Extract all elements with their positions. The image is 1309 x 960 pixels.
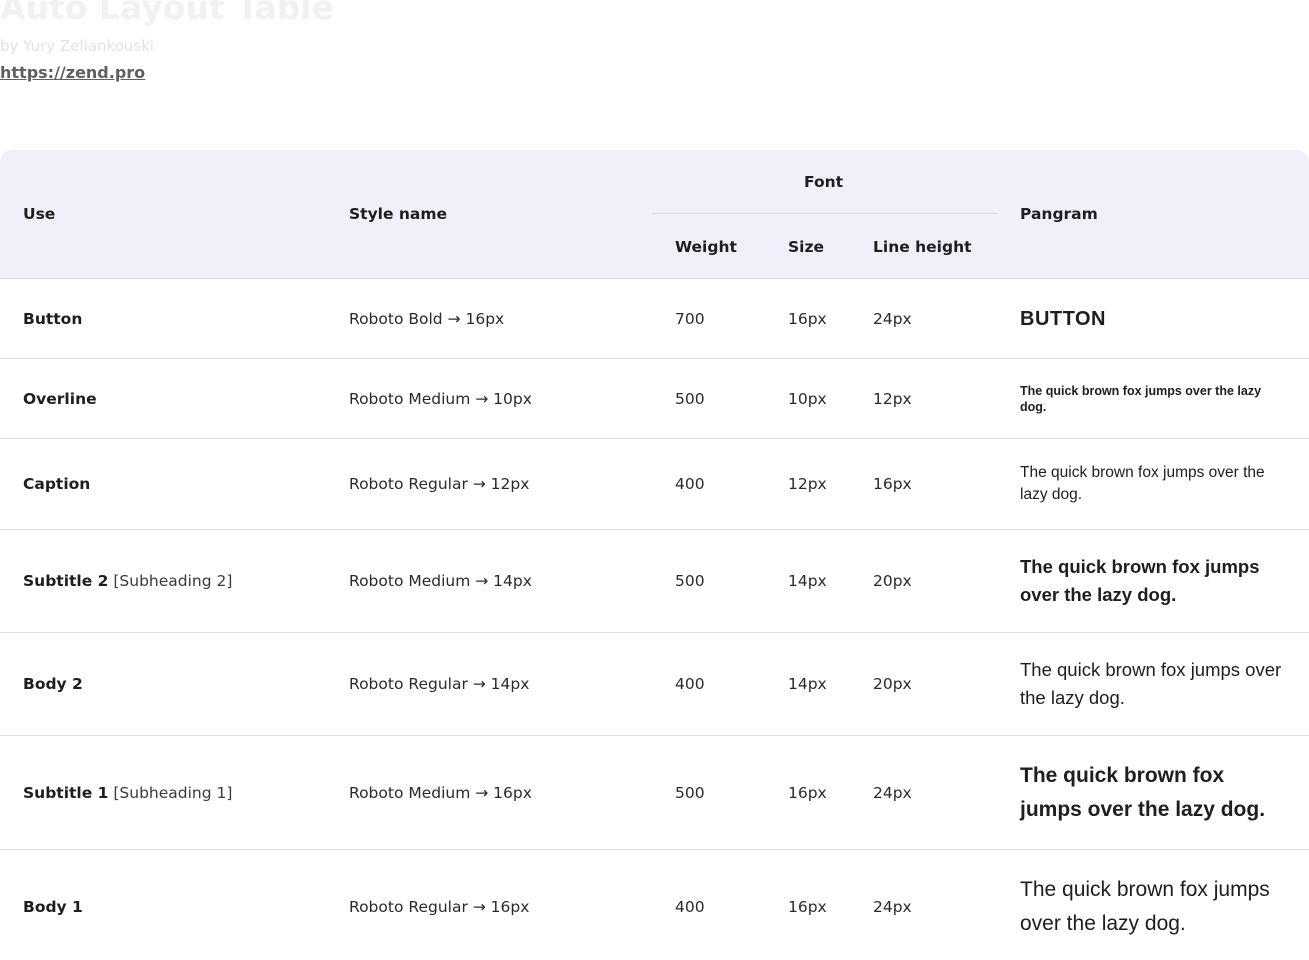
- cell-style-name: Roboto Medium → 10px: [349, 389, 532, 408]
- table-row-caption: Caption Roboto Regular → 12px 400 12px 1…: [0, 439, 1309, 530]
- cell-size: 10px: [788, 389, 827, 408]
- cell-weight: 500: [675, 783, 705, 802]
- use-label: Subtitle 1: [23, 783, 109, 802]
- cell-style-name: Roboto Regular → 16px: [349, 897, 530, 916]
- cell-line-height: 20px: [873, 675, 912, 693]
- use-note: [Subheading 2]: [108, 572, 233, 590]
- cell-line-height: 24px: [873, 783, 912, 802]
- cell-size: 14px: [788, 675, 827, 693]
- use-label: Subtitle 2: [23, 572, 109, 590]
- cell-use: Subtitle 1 [Subheading 1]: [23, 784, 232, 802]
- cell-use: Subtitle 2 [Subheading 2]: [23, 572, 232, 590]
- doc-title: Auto Layout Table: [0, 0, 335, 27]
- header-line-height: Line height: [873, 238, 972, 256]
- use-label: Button: [23, 309, 83, 328]
- cell-pangram: The quick brown fox jumps over the lazy …: [1020, 464, 1265, 503]
- cell-size: 16px: [788, 309, 827, 328]
- doc-link[interactable]: https://zend.pro: [0, 63, 145, 82]
- cell-use: Button: [23, 310, 82, 328]
- cell-size: 14px: [788, 572, 827, 590]
- cell-use: Body 2: [23, 675, 83, 693]
- cell-weight: 500: [675, 389, 705, 408]
- cell-style-name: Roboto Regular → 12px: [349, 475, 530, 493]
- table-body: Button Roboto Bold → 16px 700 16px 24px …: [0, 279, 1309, 960]
- header-font-group: Font: [804, 173, 844, 191]
- cell-line-height: 24px: [873, 897, 912, 916]
- cell-size: 12px: [788, 475, 827, 493]
- cell-pangram: BUTTON: [1020, 307, 1106, 330]
- cell-weight: 400: [675, 475, 705, 493]
- cell-size: 16px: [788, 897, 827, 916]
- table-row-subtitle-2: Subtitle 2 [Subheading 2] Roboto Medium …: [0, 530, 1309, 633]
- header-size: Size: [788, 238, 825, 256]
- use-note: [Subheading 1]: [108, 783, 233, 802]
- cell-style-name: Roboto Medium → 16px: [349, 783, 532, 802]
- table-row-subtitle-1: Subtitle 1 [Subheading 1] Roboto Medium …: [0, 736, 1309, 850]
- cell-line-height: 20px: [873, 572, 912, 590]
- cell-pangram: The quick brown fox jumps over the lazy …: [1020, 659, 1282, 708]
- cell-weight: 500: [675, 572, 705, 590]
- table-row-body-2: Body 2 Roboto Regular → 14px 400 14px 20…: [0, 633, 1309, 736]
- cell-use: Overline: [23, 390, 97, 408]
- cell-weight: 700: [675, 309, 705, 328]
- table-header: Use Style name Font Weight Size Line hei…: [0, 150, 1309, 279]
- typography-table: Use Style name Font Weight Size Line hei…: [0, 150, 1309, 960]
- cell-weight: 400: [675, 675, 705, 693]
- cell-pangram: The quick brown fox jumps over the lazy …: [1020, 763, 1266, 821]
- cell-use: Caption: [23, 475, 90, 493]
- cell-pangram: The quick brown fox jumps over the lazy …: [1020, 383, 1262, 414]
- cell-weight: 400: [675, 897, 705, 916]
- header-style-name: Style name: [349, 205, 448, 223]
- cell-style-name: Roboto Regular → 14px: [349, 675, 530, 693]
- cell-style-name: Roboto Medium → 14px: [349, 572, 532, 590]
- page: Auto Layout Table by Yury Zeliankouski h…: [0, 0, 1309, 960]
- use-label: Caption: [23, 475, 91, 493]
- header-pangram: Pangram: [1020, 205, 1098, 223]
- cell-use: Body 1: [23, 898, 83, 916]
- table-row-overline: Overline Roboto Medium → 10px 500 10px 1…: [0, 359, 1309, 439]
- cell-line-height: 16px: [873, 475, 912, 493]
- cell-style-name: Roboto Bold → 16px: [349, 309, 505, 328]
- font-group-divider: [652, 213, 997, 214]
- cell-pangram: The quick brown fox jumps over the lazy …: [1020, 877, 1270, 935]
- doc-author: by Yury Zeliankouski: [0, 37, 154, 55]
- header-weight: Weight: [675, 238, 737, 256]
- cell-pangram: The quick brown fox jumps over the lazy …: [1020, 556, 1260, 605]
- cell-line-height: 12px: [873, 389, 912, 408]
- cell-size: 16px: [788, 783, 827, 802]
- use-label: Overline: [23, 389, 97, 408]
- table-row-button: Button Roboto Bold → 16px 700 16px 24px …: [0, 279, 1309, 359]
- cell-line-height: 24px: [873, 309, 912, 328]
- use-label: Body 1: [23, 897, 83, 916]
- use-label: Body 2: [23, 675, 83, 693]
- table-row-body-1: Body 1 Roboto Regular → 16px 400 16px 24…: [0, 850, 1309, 960]
- header-use: Use: [23, 205, 56, 223]
